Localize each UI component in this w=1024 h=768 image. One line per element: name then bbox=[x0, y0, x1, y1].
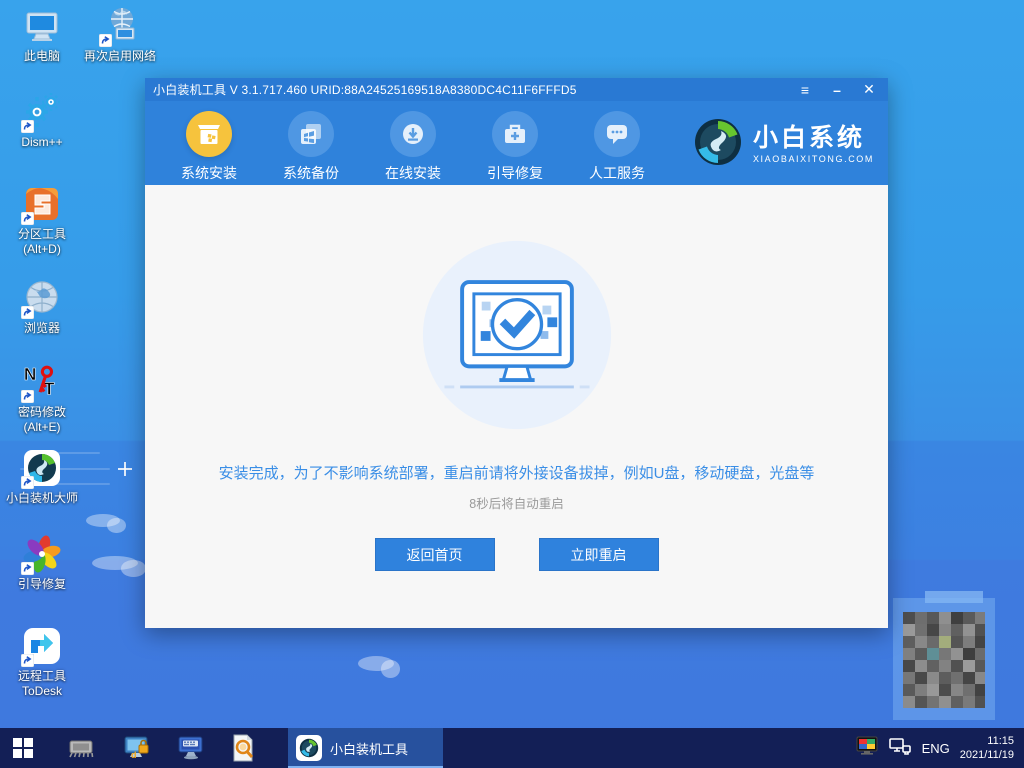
window-titlebar[interactable]: 小白装机工具 V 3.1.717.460 URID:88A24525169518… bbox=[145, 78, 888, 101]
cloud-decoration bbox=[92, 556, 138, 570]
install-box-icon bbox=[186, 111, 232, 157]
completion-message: 安装完成，为了不影响系统部署，重启前请将外接设备拔掉，例如U盘，移动硬盘，光盘等 bbox=[219, 462, 815, 483]
desktop-icon-enable-network[interactable]: 再次启用网络 bbox=[72, 6, 168, 64]
svg-text:d: d bbox=[131, 750, 137, 760]
brand-site: XIAOBAIXITONG.COM bbox=[753, 154, 874, 164]
tab-label: 系统安装 bbox=[181, 163, 237, 183]
desktop-icon-label: Dism++ bbox=[21, 135, 62, 150]
window-content: 安装完成，为了不影响系统部署，重启前请将外接设备拔掉，例如U盘，移动硬盘，光盘等… bbox=[145, 185, 888, 628]
backup-copies-icon bbox=[288, 111, 334, 157]
restart-now-button[interactable]: 立即重启 bbox=[539, 538, 659, 571]
tab-system-install[interactable]: 系统安装 bbox=[163, 111, 255, 183]
clock-time: 11:15 bbox=[960, 734, 1014, 748]
desktop: 此电脑 再次启用网络 bbox=[0, 0, 1024, 768]
globe-icon bbox=[22, 278, 62, 318]
shortcut-arrow-icon bbox=[21, 654, 34, 667]
todesk-icon bbox=[22, 626, 62, 666]
desktop-icon-dism[interactable]: Dism++ bbox=[0, 92, 84, 150]
partition-tool-icon bbox=[22, 184, 62, 224]
desktop-icon-xiaobai-master[interactable]: 小白装机大师 bbox=[0, 448, 84, 506]
brand-logo: 小白系统 XIAOBAIXITONG.COM bbox=[693, 111, 874, 172]
desktop-icon-label: 分区工具 (Alt+D) bbox=[18, 227, 66, 257]
monitor-lock-icon[interactable]: d bbox=[114, 728, 160, 768]
clock[interactable]: 11:15 2021/11/19 bbox=[960, 734, 1014, 762]
taskbar: d bbox=[0, 728, 1024, 768]
tab-customer-service[interactable]: 人工服务 bbox=[571, 111, 663, 183]
brand-name: 小白系统 bbox=[753, 125, 874, 151]
clock-date: 2021/11/19 bbox=[960, 748, 1014, 762]
menu-icon[interactable]: ≡ bbox=[794, 80, 816, 100]
xiaobai-logo-icon bbox=[22, 448, 62, 488]
desktop-icon-label: 浏览器 bbox=[24, 321, 60, 336]
tab-label: 人工服务 bbox=[589, 163, 645, 183]
shortcut-arrow-icon bbox=[21, 476, 34, 489]
desktop-icon-label: 再次启用网络 bbox=[84, 49, 156, 64]
taskbar-app-xiaobai[interactable]: 小白装机工具 bbox=[288, 728, 443, 768]
desktop-icon-label: 远程工具 ToDesk bbox=[18, 669, 66, 699]
desktop-icon-browser[interactable]: 浏览器 bbox=[0, 278, 84, 336]
qr-code-blurred bbox=[903, 612, 985, 713]
desktop-icon-label: 小白装机大师 bbox=[6, 491, 78, 506]
desktop-icon-label: 此电脑 bbox=[24, 49, 60, 64]
network-tray-icon[interactable] bbox=[888, 736, 912, 761]
shortcut-arrow-icon bbox=[21, 390, 34, 403]
shortcut-arrow-icon bbox=[99, 34, 112, 47]
close-icon[interactable]: ✕ bbox=[858, 80, 880, 100]
language-indicator[interactable]: ENG bbox=[922, 741, 950, 756]
shortcut-arrow-icon bbox=[21, 212, 34, 225]
tab-boot-repair[interactable]: 引导修复 bbox=[469, 111, 561, 183]
success-monitor-illustration bbox=[419, 237, 615, 438]
cloud-decoration bbox=[358, 656, 394, 671]
search-document-icon[interactable] bbox=[220, 728, 266, 768]
taskbar-app-label: 小白装机工具 bbox=[330, 739, 408, 758]
window-navbar: 系统安装 系统备份 bbox=[145, 101, 888, 185]
desktop-icon-partition-tool[interactable]: 分区工具 (Alt+D) bbox=[0, 184, 84, 257]
app-window: 小白装机工具 V 3.1.717.460 URID:88A24525169518… bbox=[145, 78, 888, 628]
shortcut-arrow-icon bbox=[21, 120, 34, 133]
keyboard-monitor-icon[interactable] bbox=[168, 728, 214, 768]
svg-text:T: T bbox=[44, 379, 55, 399]
display-color-icon[interactable] bbox=[856, 736, 878, 761]
xiaobai-logo-icon bbox=[693, 117, 743, 172]
svg-text:N: N bbox=[24, 364, 36, 384]
shortcut-arrow-icon bbox=[21, 562, 34, 575]
tab-label: 引导修复 bbox=[487, 163, 543, 183]
restart-countdown: 8秒后将自动重启 bbox=[469, 493, 563, 512]
pinwheel-icon bbox=[22, 534, 62, 574]
xiaobai-logo-icon bbox=[296, 735, 322, 761]
desktop-icon-label: 密码修改 (Alt+E) bbox=[18, 405, 66, 435]
tab-system-backup[interactable]: 系统备份 bbox=[265, 111, 357, 183]
toolbox-icon bbox=[492, 111, 538, 157]
tab-label: 系统备份 bbox=[283, 163, 339, 183]
network-globe-icon bbox=[100, 6, 140, 46]
back-home-button[interactable]: 返回首页 bbox=[375, 538, 495, 571]
desktop-icon-label: 引导修复 bbox=[18, 577, 66, 592]
desktop-icon-boot-repair[interactable]: 引导修复 bbox=[0, 534, 84, 592]
nt-password-key-icon: N T bbox=[22, 362, 62, 402]
window-title: 小白装机工具 V 3.1.717.460 URID:88A24525169518… bbox=[153, 81, 577, 98]
tab-label: 在线安装 bbox=[385, 163, 441, 183]
desktop-icon-remote-todesk[interactable]: 远程工具 ToDesk bbox=[0, 626, 84, 699]
shortcut-arrow-icon bbox=[21, 306, 34, 319]
download-icon bbox=[390, 111, 436, 157]
memory-chip-icon[interactable] bbox=[58, 728, 104, 768]
computer-icon bbox=[22, 6, 62, 46]
cloud-decoration bbox=[86, 514, 120, 527]
minimize-icon[interactable]: – bbox=[826, 80, 848, 100]
gears-icon bbox=[22, 92, 62, 132]
start-button[interactable] bbox=[0, 728, 46, 768]
chat-bubble-icon bbox=[594, 111, 640, 157]
tab-online-install[interactable]: 在线安装 bbox=[367, 111, 459, 183]
desktop-icon-password-reset[interactable]: N T 密码修改 (Alt+E) bbox=[0, 362, 84, 435]
sparkle-decoration bbox=[118, 462, 132, 476]
